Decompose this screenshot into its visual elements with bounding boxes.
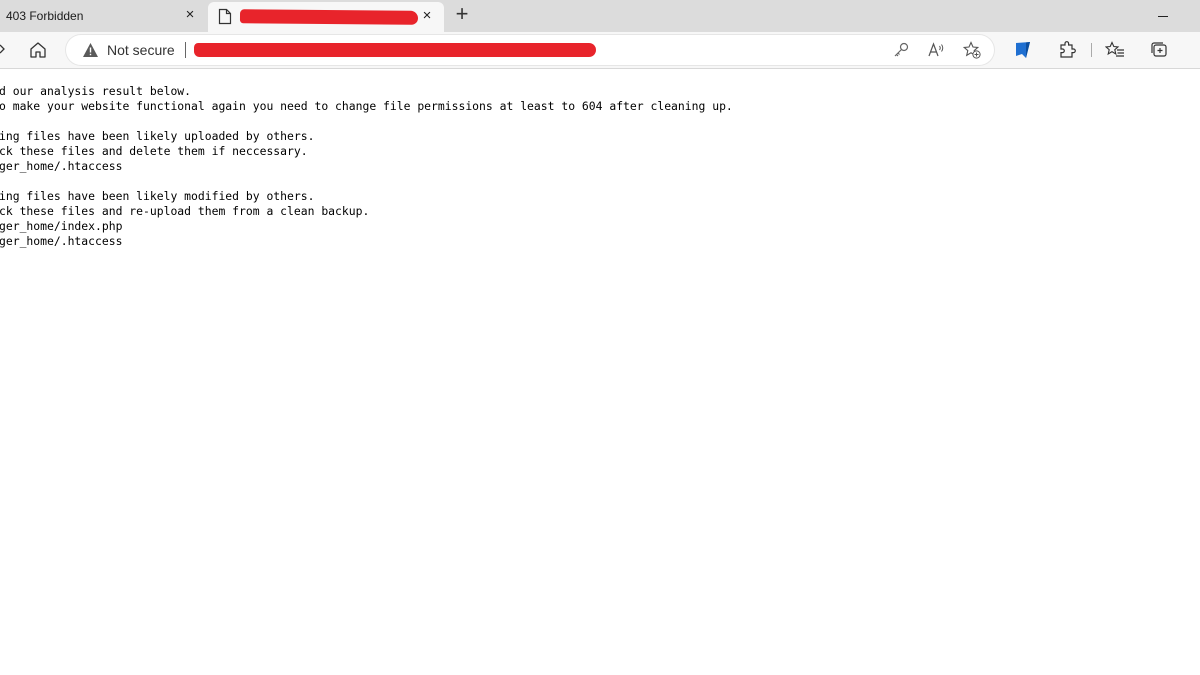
content-line: ing files have been likely uploaded by o… <box>0 129 315 143</box>
collections-icon[interactable] <box>1149 40 1169 60</box>
tab-close-button[interactable]: × <box>181 6 199 24</box>
browser-toolbar: Not secure <box>0 32 1200 69</box>
page-content: d our analysis result below. o make your… <box>0 68 1200 675</box>
content-line: ck these files and re-upload them from a… <box>0 204 370 218</box>
tab-403-forbidden[interactable]: 403 Forbidden × <box>0 0 206 32</box>
content-line: ing files have been likely modified by o… <box>0 189 315 203</box>
address-bar[interactable]: Not secure <box>66 35 994 65</box>
content-line: d our analysis result below. <box>0 84 192 98</box>
content-line: ger_home/index.php <box>0 219 123 233</box>
address-separator <box>185 42 186 58</box>
tab-strip: 403 Forbidden × × + <box>0 0 1200 32</box>
content-line: ger_home/.htaccess <box>0 234 123 248</box>
read-aloud-icon[interactable] <box>927 41 945 59</box>
new-tab-button[interactable]: + <box>451 3 473 26</box>
add-favorite-icon[interactable] <box>963 41 981 59</box>
not-secure-label[interactable]: Not secure <box>107 42 175 58</box>
content-line: o make your website functional again you… <box>0 99 733 113</box>
redaction-mark-url <box>194 43 596 57</box>
back-arrow-icon[interactable] <box>0 41 6 57</box>
redaction-mark-tab <box>239 9 419 25</box>
warning-icon[interactable] <box>82 42 99 58</box>
tab-active[interactable] <box>208 2 444 32</box>
toolbar-edge <box>1188 36 1200 64</box>
key-icon[interactable] <box>892 41 910 59</box>
page-icon <box>218 8 232 25</box>
favorites-icon[interactable] <box>1105 40 1125 60</box>
home-icon[interactable] <box>28 40 48 60</box>
bookmark-icon[interactable] <box>1013 40 1033 60</box>
tab-title: 403 Forbidden <box>6 9 84 23</box>
content-line: ger_home/.htaccess <box>0 159 123 173</box>
content-line: ck these files and delete them if necces… <box>0 144 308 158</box>
toolbar-divider <box>1091 43 1092 57</box>
active-tab-close-button[interactable]: × <box>418 7 436 25</box>
extensions-icon[interactable] <box>1057 40 1077 60</box>
minimize-button[interactable] <box>1154 8 1172 24</box>
